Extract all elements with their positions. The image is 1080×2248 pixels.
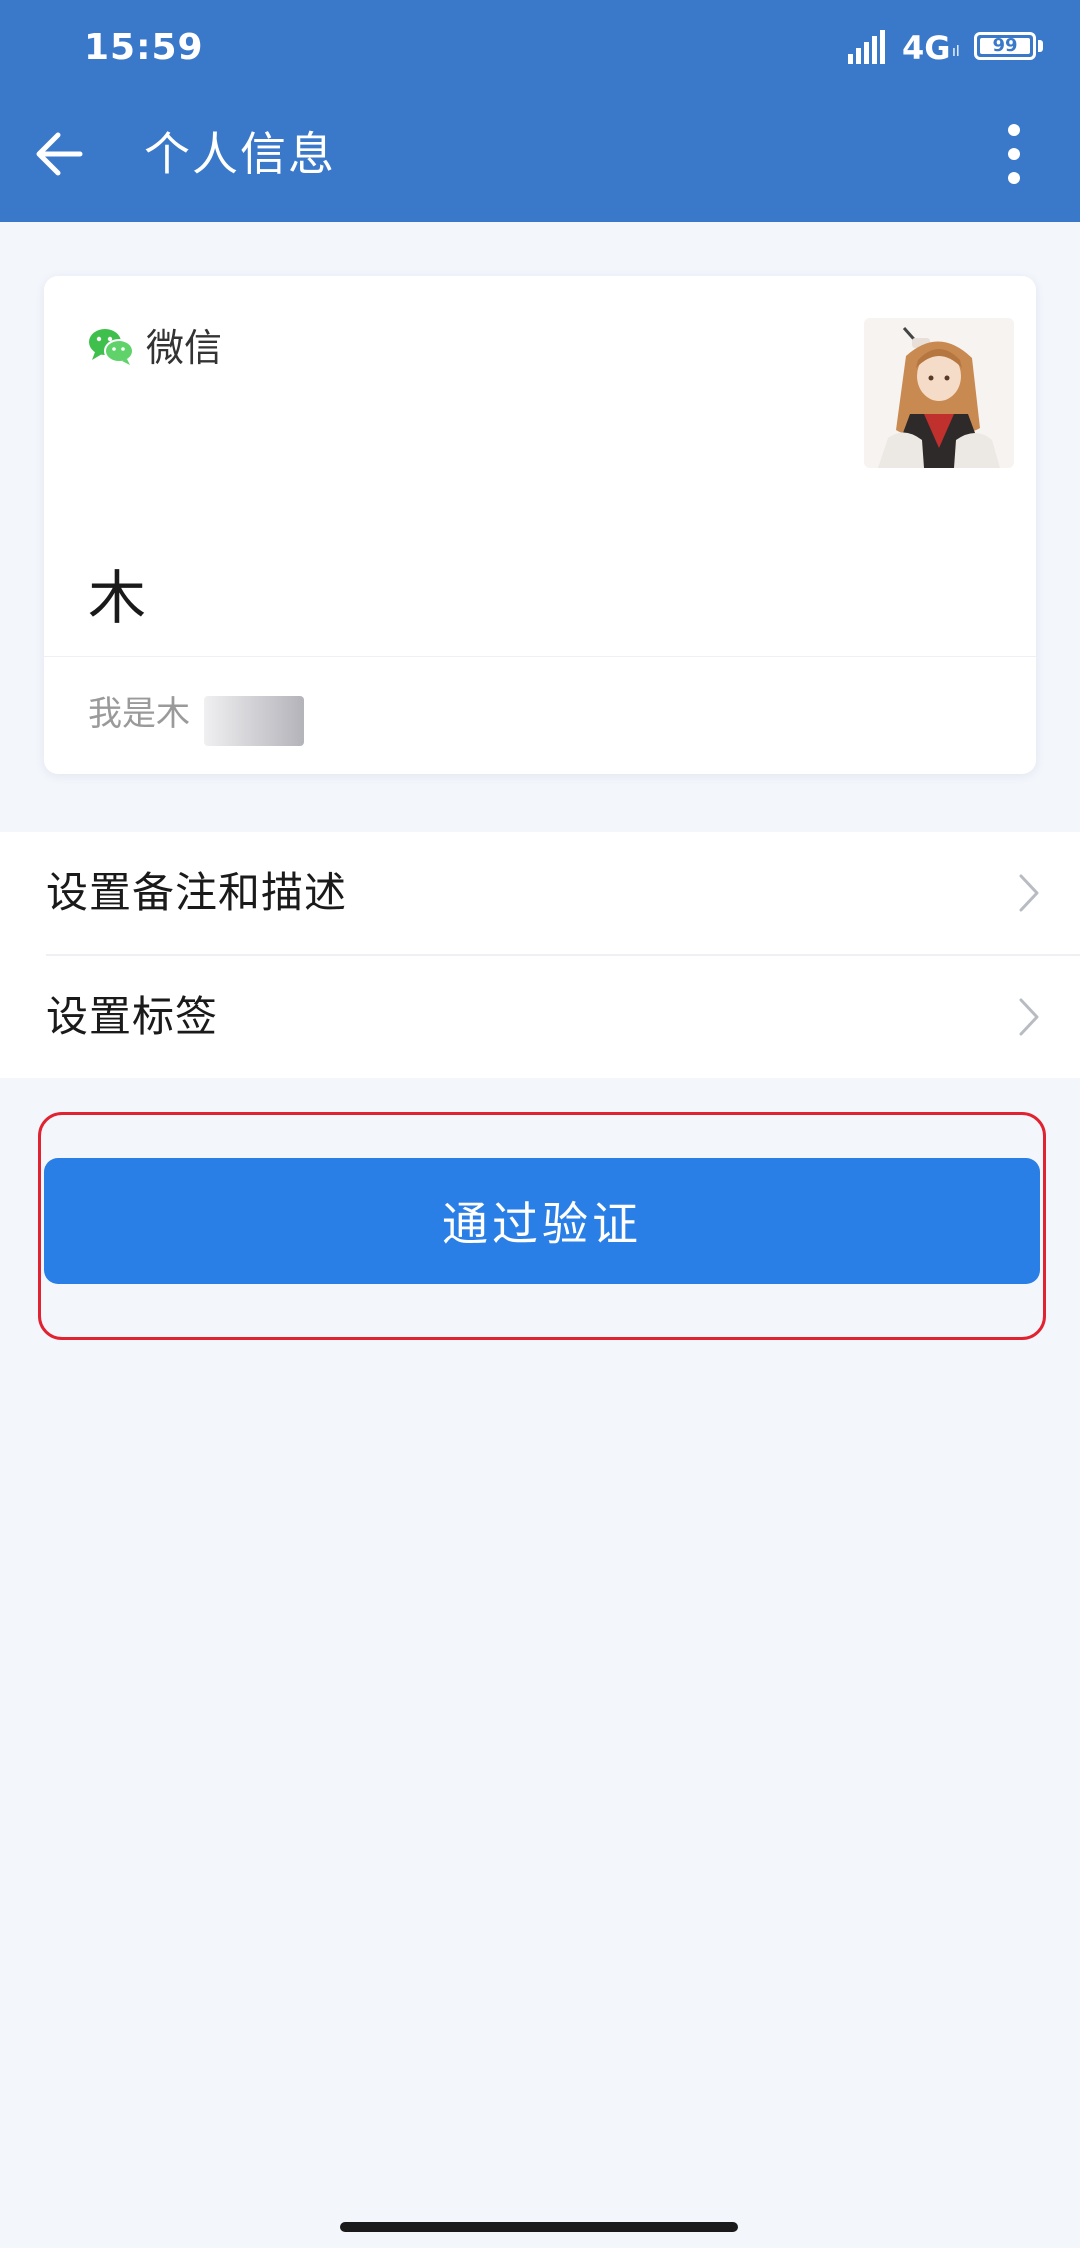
chevron-right-icon bbox=[1019, 998, 1039, 1036]
nickname: 木 bbox=[88, 564, 147, 632]
battery-tip bbox=[1038, 40, 1043, 52]
home-indicator[interactable] bbox=[340, 2222, 738, 2232]
privacy-blur bbox=[204, 696, 304, 746]
network-type: 4G bbox=[902, 29, 951, 67]
network-activity: ıl bbox=[952, 44, 960, 60]
profile-card: 微信 木 我是木 bbox=[44, 276, 1036, 774]
wechat-icon bbox=[89, 329, 134, 365]
battery-icon: 99 bbox=[974, 32, 1036, 60]
more-vertical-icon[interactable] bbox=[994, 120, 1034, 188]
avatar-illustration bbox=[864, 318, 1014, 468]
source-label: 微信 bbox=[146, 326, 223, 370]
approve-verification-button[interactable]: 通过验证 bbox=[44, 1158, 1040, 1284]
set-tags-label: 设置标签 bbox=[46, 992, 219, 1041]
chevron-right-icon bbox=[1019, 874, 1039, 912]
set-remark-label: 设置备注和描述 bbox=[46, 868, 348, 917]
back-arrow-icon[interactable] bbox=[30, 124, 90, 184]
status-time: 15:59 bbox=[84, 27, 204, 68]
app-header: 15:59 4G ıl 99 个人信息 bbox=[0, 0, 1080, 222]
settings-list: 设置备注和描述 设置标签 bbox=[0, 832, 1080, 1078]
battery-level: 99 bbox=[992, 35, 1018, 56]
page-title: 个人信息 bbox=[144, 127, 336, 181]
verify-message: 我是木 bbox=[88, 694, 190, 734]
signal-icon bbox=[848, 30, 885, 64]
set-tags-row[interactable]: 设置标签 bbox=[0, 956, 1080, 1078]
card-divider bbox=[44, 656, 1036, 657]
set-remark-row[interactable]: 设置备注和描述 bbox=[0, 832, 1080, 956]
avatar[interactable] bbox=[864, 318, 1014, 468]
